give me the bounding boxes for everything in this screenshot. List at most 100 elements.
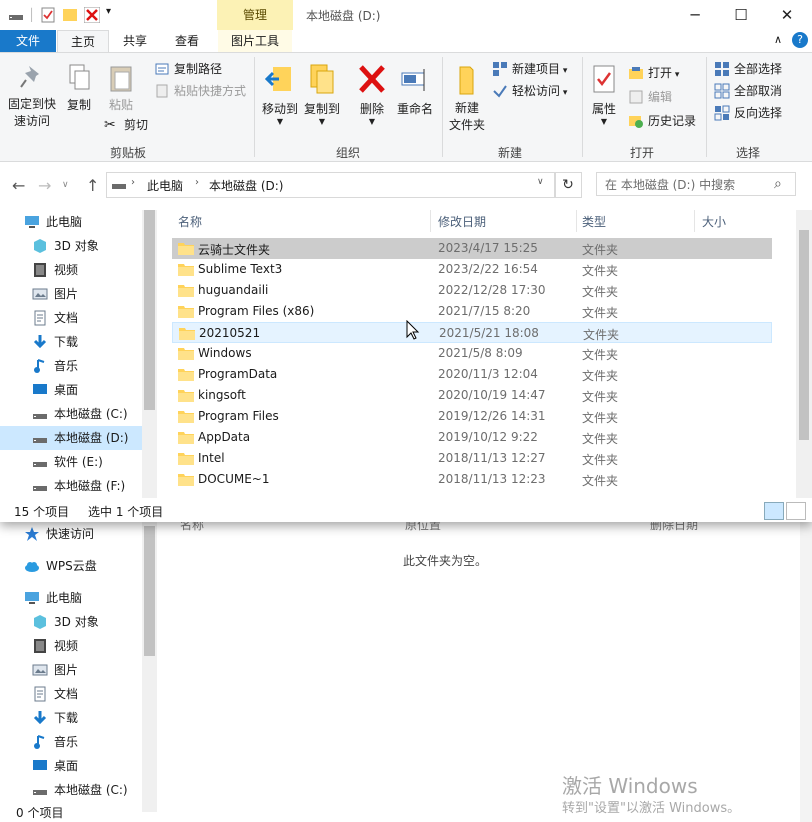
recent-dropdown-icon[interactable]: ∨ <box>62 180 69 190</box>
close-button[interactable]: ✕ <box>764 0 810 30</box>
file-type: 文件夹 <box>583 328 620 342</box>
nav-item-pc[interactable]: 此电脑 <box>0 210 157 234</box>
tab-view[interactable]: 查看 <box>164 30 210 52</box>
history-button[interactable]: 历史记录 <box>628 111 696 131</box>
nav-item-drive[interactable]: 本地磁盘 (C:) <box>0 402 157 426</box>
breadcrumb-drive-d[interactable]: 本地磁盘 (D:) <box>209 177 283 194</box>
nav-item-documents[interactable]: 文档 <box>0 682 157 706</box>
tab-file[interactable]: 文件 <box>0 30 56 52</box>
address-dropdown-icon[interactable]: ∨ <box>537 177 544 187</box>
nav-scrollbar[interactable] <box>142 210 157 498</box>
properties-button[interactable]: 属性 ▼ <box>586 63 622 126</box>
list-scrollbar[interactable] <box>796 210 812 498</box>
open-button[interactable]: 打开 ▾ <box>628 63 679 83</box>
invert-selection-button[interactable]: 反向选择 <box>714 103 782 123</box>
select-all-button[interactable]: 全部选择 <box>714 59 782 79</box>
nav-item-pictures[interactable]: 图片 <box>0 658 157 682</box>
copy-to-button[interactable]: 复制到 ▼ <box>302 63 342 126</box>
nav-item-cloud[interactable]: WPS云盘 <box>0 554 157 578</box>
table-row[interactable]: kingsoft 2020/10/19 14:47 文件夹 <box>172 385 772 406</box>
nav-item-music[interactable]: 音乐 <box>0 730 157 754</box>
back-arrow-icon[interactable]: ← <box>12 176 25 195</box>
bg-nav-scrollbar[interactable] <box>142 522 157 812</box>
nav-item-video[interactable]: 视频 <box>0 634 157 658</box>
copy-path-button[interactable]: 复制路径 <box>154 59 222 79</box>
bg-list-scrollbar[interactable] <box>800 522 812 822</box>
move-to-button[interactable]: 移动到 ▼ <box>260 63 300 126</box>
nav-item-3d-objects[interactable]: 3D 对象 <box>0 234 157 258</box>
qat-dropdown-arrow-icon[interactable]: ▾ <box>106 6 111 17</box>
paste-button[interactable]: 粘贴 <box>102 63 140 113</box>
details-view-button[interactable] <box>764 502 784 520</box>
paste-shortcut-button[interactable]: 粘贴快捷方式 <box>154 81 246 101</box>
new-item-button[interactable]: 新建项目 ▾ <box>492 59 567 79</box>
delete-x-icon[interactable] <box>84 7 100 23</box>
nav-item-desktop[interactable]: 桌面 <box>0 378 157 402</box>
collapse-ribbon-button[interactable]: ∧ <box>774 33 782 46</box>
pin-quick-access-button[interactable]: 固定到快 速访问 <box>4 63 60 130</box>
nav-item-drive[interactable]: 本地磁盘 (D:) <box>0 426 157 450</box>
nav-item-download[interactable]: 下载 <box>0 706 157 730</box>
rename-button[interactable]: 重命名 <box>394 63 436 117</box>
nav-item-pictures[interactable]: 图片 <box>0 282 157 306</box>
tab-share[interactable]: 共享 <box>112 30 158 52</box>
nav-item-pc[interactable]: 此电脑 <box>0 586 157 610</box>
copy-button[interactable]: 复制 <box>62 63 96 113</box>
nav-item-3d-objects[interactable]: 3D 对象 <box>0 610 157 634</box>
large-icons-view-button[interactable] <box>786 502 806 520</box>
nav-item-video[interactable]: 视频 <box>0 258 157 282</box>
minimize-button[interactable]: ─ <box>672 0 718 30</box>
properties-check-icon[interactable] <box>40 7 56 23</box>
table-row[interactable]: 20210521 2021/5/21 18:08 文件夹 <box>172 322 772 343</box>
nav-item-desktop[interactable]: 桌面 <box>0 754 157 778</box>
nav-item-star[interactable]: 快速访问 <box>0 522 157 546</box>
table-row[interactable]: 云骑士文件夹 2023/4/17 15:25 文件夹 <box>172 238 772 259</box>
table-row[interactable]: Windows 2021/5/8 8:09 文件夹 <box>172 343 772 364</box>
nav-item-drive[interactable]: 软件 (E:) <box>0 450 157 474</box>
new-folder-button[interactable]: 新建 文件夹 <box>446 63 488 134</box>
delete-button[interactable]: 删除 ▼ <box>356 63 388 126</box>
search-icon[interactable]: ⌕ <box>774 176 782 192</box>
nav-item-label: 视频 <box>54 263 79 277</box>
table-row[interactable]: AppData 2019/10/12 9:22 文件夹 <box>172 427 772 448</box>
table-row[interactable]: Program Files (x86) 2021/7/15 8:20 文件夹 <box>172 301 772 322</box>
copy-to-icon <box>310 64 334 94</box>
column-size[interactable]: 大小 <box>702 213 726 230</box>
forward-arrow-icon[interactable]: → <box>38 176 51 195</box>
nav-item-documents[interactable]: 文档 <box>0 306 157 330</box>
paste-label: 粘贴 <box>108 98 133 112</box>
table-row[interactable]: Program Files 2019/12/26 14:31 文件夹 <box>172 406 772 427</box>
up-arrow-icon[interactable]: ↑ <box>86 176 99 195</box>
column-modified[interactable]: 修改日期 <box>438 213 486 230</box>
breadcrumb-chevron-icon[interactable]: › <box>131 177 135 188</box>
maximize-button[interactable]: ☐ <box>718 0 764 30</box>
table-row[interactable]: Intel 2018/11/13 12:27 文件夹 <box>172 448 772 469</box>
table-row[interactable]: ProgramData 2020/11/3 12:04 文件夹 <box>172 364 772 385</box>
nav-item-label: 3D 对象 <box>54 615 99 629</box>
drive-icon[interactable] <box>8 7 24 23</box>
cut-button[interactable]: ✂ 剪切 <box>104 115 148 135</box>
tab-home[interactable]: 主页 <box>57 30 109 53</box>
nav-item-drive[interactable]: 本地磁盘 (F:) <box>0 474 157 498</box>
easy-access-button[interactable]: 轻松访问 ▾ <box>492 81 567 101</box>
column-name[interactable]: 名称 <box>178 213 202 230</box>
select-none-icon <box>714 83 730 99</box>
table-row[interactable]: DOCUME~1 2018/11/13 12:23 文件夹 <box>172 469 772 490</box>
new-folder-icon[interactable] <box>62 7 78 23</box>
breadcrumb-this-pc[interactable]: 此电脑 <box>147 177 183 194</box>
help-button[interactable]: ? <box>792 32 808 48</box>
refresh-button[interactable]: ↻ <box>554 172 582 198</box>
table-row[interactable]: Sublime Text3 2023/2/22 16:54 文件夹 <box>172 259 772 280</box>
nav-item-drive[interactable]: 本地磁盘 (C:) <box>0 778 157 802</box>
star-icon <box>25 527 39 541</box>
search-input[interactable]: 在 本地磁盘 (D:) 中搜索 <box>596 172 796 196</box>
nav-item-download[interactable]: 下载 <box>0 330 157 354</box>
select-none-button[interactable]: 全部取消 <box>714 81 782 101</box>
address-bar[interactable]: › 此电脑 › 本地磁盘 (D:) ∨ <box>106 172 556 198</box>
column-type[interactable]: 类型 <box>582 213 606 230</box>
breadcrumb-chevron-icon[interactable]: › <box>195 177 199 188</box>
table-row[interactable]: huguandaili 2022/12/28 17:30 文件夹 <box>172 280 772 301</box>
nav-item-music[interactable]: 音乐 <box>0 354 157 378</box>
edit-button[interactable]: 编辑 <box>628 87 672 107</box>
tab-picture-tools[interactable]: 图片工具 <box>218 30 292 52</box>
